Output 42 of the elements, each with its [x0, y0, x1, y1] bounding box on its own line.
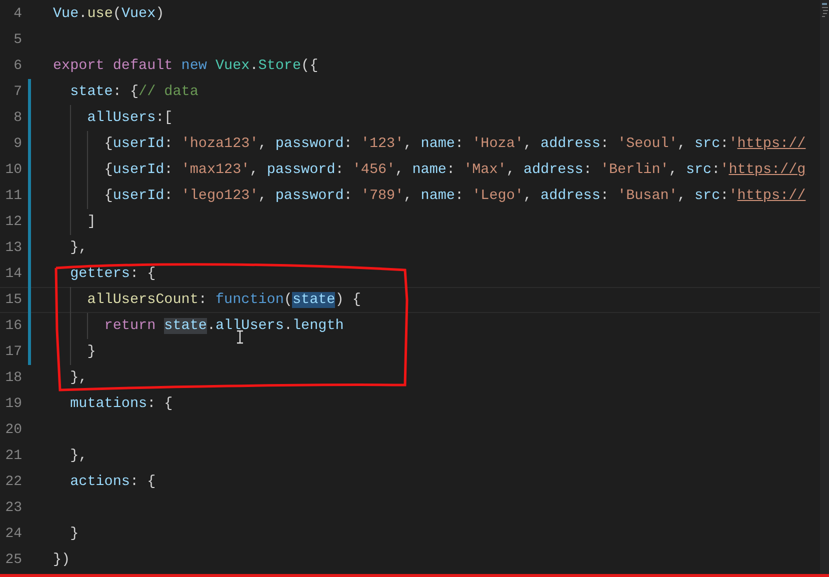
code-line: {userId: 'lego123', password: '789', name: 'Lego', address: 'Busan', src:'https://: [53, 185, 806, 207]
line-number: 18: [4, 370, 22, 386]
code-line: },: [69, 369, 88, 388]
code-line: ]: [53, 211, 96, 233]
code-line: export default new Vuex.Store({: [53, 57, 318, 76]
line-number: 16: [4, 318, 22, 334]
line-number: 19: [4, 396, 22, 412]
code-line: return state.allUsers.length: [53, 315, 344, 337]
code-line: allUsersCount: function(state) {: [53, 289, 361, 311]
line-number: 8: [12, 110, 22, 126]
code-line: Vue.use(Vuex): [53, 5, 164, 24]
code-line: {userId: 'max123', password: '456', name: 'Max', address: 'Berlin', src:'https://g: [53, 159, 806, 181]
code-line: }: [69, 525, 79, 544]
line-number: 21: [4, 448, 22, 464]
code-line: state: {// data: [69, 83, 198, 102]
code-line: }): [53, 551, 70, 570]
line-number: 15: [4, 292, 22, 308]
line-number: 5: [12, 32, 22, 48]
code-line: getters: {: [69, 265, 156, 284]
code-line: },: [69, 239, 88, 258]
line-number: 12: [4, 214, 22, 230]
line-number: 13: [4, 240, 22, 256]
line-number: 9: [12, 136, 22, 152]
line-number: 22: [4, 474, 22, 490]
line-number: 23: [4, 500, 22, 516]
line-number: 6: [12, 58, 22, 74]
line-number: 4: [12, 6, 22, 22]
line-number: 17: [4, 344, 22, 360]
line-number: 25: [4, 552, 22, 568]
code-line: mutations: {: [69, 395, 173, 414]
line-number: 11: [4, 188, 22, 204]
code-line: {userId: 'hoza123', password: '123', name: 'Hoza', address: 'Seoul', src:'https://: [53, 133, 806, 155]
line-number: 10: [4, 162, 22, 178]
code-line: allUsers:[: [53, 107, 173, 129]
line-number: 7: [12, 84, 22, 100]
code-line: }: [53, 341, 96, 363]
text-cursor-icon: [236, 330, 244, 344]
code-line: },: [69, 447, 88, 466]
line-number: 24: [4, 526, 22, 542]
line-number: 20: [4, 422, 22, 438]
line-number: 14: [4, 266, 22, 282]
code-line: actions: {: [69, 473, 156, 492]
